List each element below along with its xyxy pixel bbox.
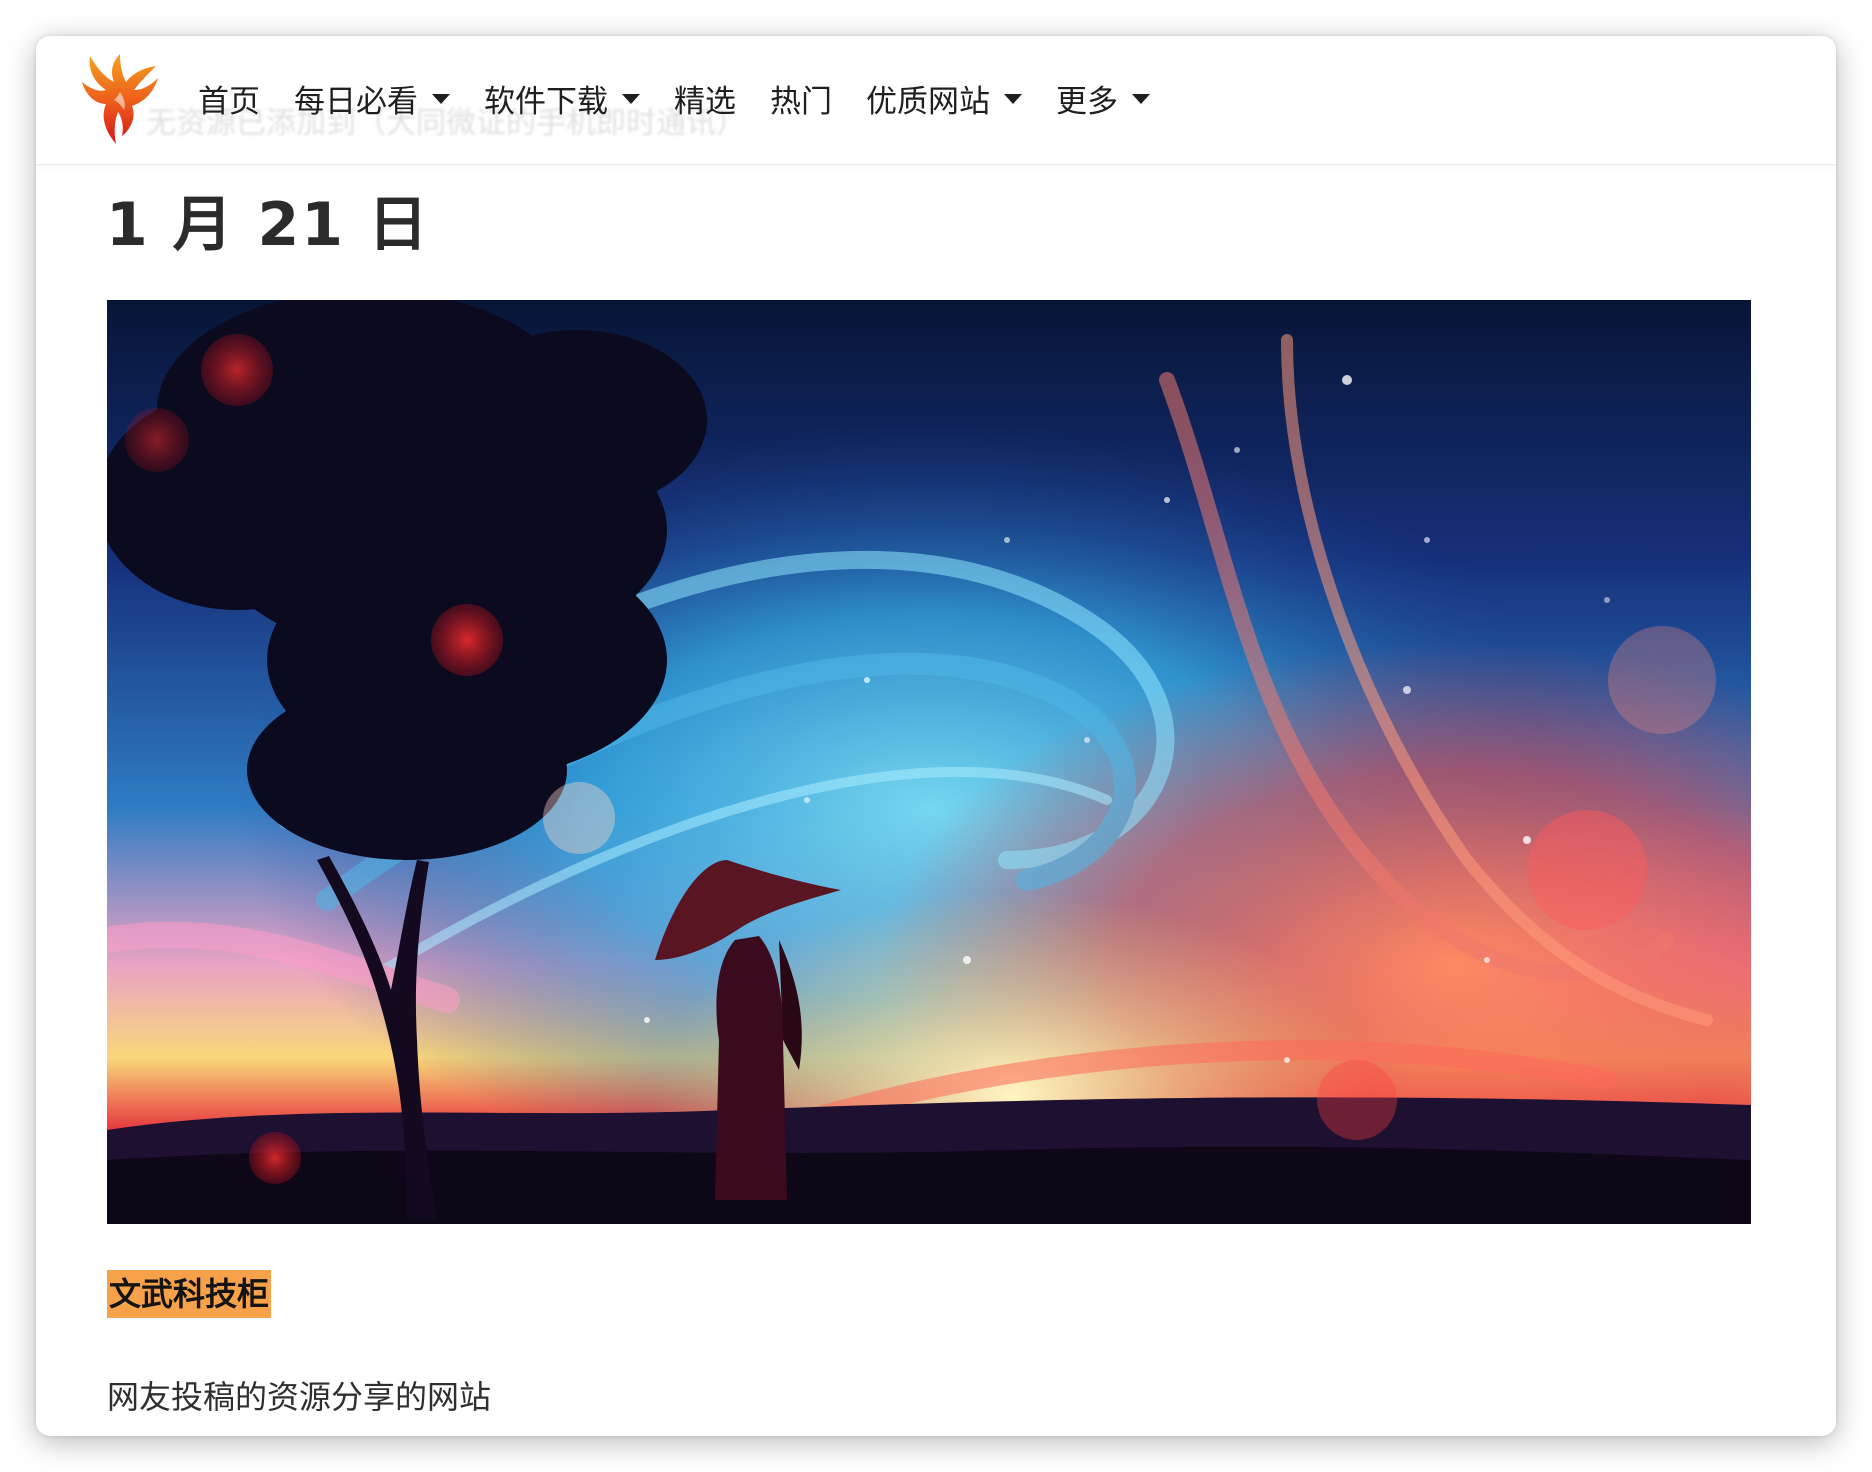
phoenix-logo-icon[interactable] <box>76 52 162 148</box>
category-tag[interactable]: 文武科技柜 <box>107 1270 272 1318</box>
caret-down-icon <box>1132 94 1150 104</box>
caret-down-icon <box>432 94 450 104</box>
nav-item-label: 热门 <box>770 83 832 120</box>
caret-down-icon <box>1004 94 1022 104</box>
nav-item-popular[interactable]: 热门 <box>770 76 832 121</box>
nav-item-label: 精选 <box>674 83 736 120</box>
nav-item-label: 每日必看 <box>294 83 418 120</box>
nav-item-label: 更多 <box>1056 83 1118 120</box>
nav-item-home[interactable]: 首页 <box>198 76 260 121</box>
nav-item-featured[interactable]: 精选 <box>674 76 736 121</box>
post-date-title: 1 月 21 日 <box>106 190 430 260</box>
nav-item-label: 首页 <box>198 83 260 120</box>
nav-item-more[interactable]: 更多 <box>1056 76 1150 121</box>
nav-item-label: 软件下载 <box>484 83 608 120</box>
nav-item-software-download[interactable]: 软件下载 <box>484 76 640 121</box>
hero-image <box>107 300 1751 1224</box>
nav-item-daily-must-see[interactable]: 每日必看 <box>294 76 450 121</box>
top-navbar: 无资源已添加到（大同微证的手机即时通讯） 首页 每日必看 软件下载 精选 热门 … <box>36 36 1836 165</box>
browser-page-frame: 无资源已添加到（大同微证的手机即时通讯） 首页 每日必看 软件下载 精选 热门 … <box>36 36 1836 1436</box>
nav-item-label: 优质网站 <box>866 83 990 120</box>
nav-item-quality-sites[interactable]: 优质网站 <box>866 76 1022 121</box>
main-nav: 首页 每日必看 软件下载 精选 热门 优质网站 更多 <box>198 70 1184 126</box>
caret-down-icon <box>622 94 640 104</box>
post-description: 网友投稿的资源分享的网站 <box>107 1378 492 1416</box>
